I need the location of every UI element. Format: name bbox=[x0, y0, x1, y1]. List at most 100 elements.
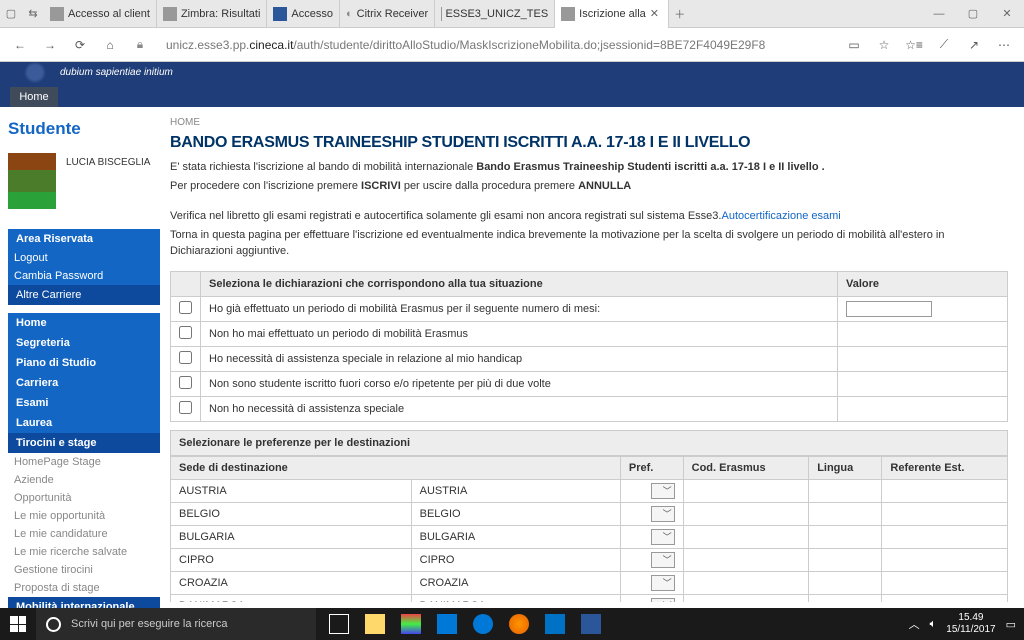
section-esami[interactable]: Esami bbox=[8, 393, 160, 413]
col-checkbox bbox=[171, 271, 201, 296]
close-icon[interactable]: ✕ bbox=[650, 7, 662, 20]
link-proposta-stage[interactable]: Proposta di stage bbox=[8, 579, 160, 597]
pref-select[interactable]: ﹀ bbox=[651, 483, 675, 499]
decl-checkbox[interactable] bbox=[179, 401, 192, 414]
link-mie-opportunita[interactable]: Le mie opportunità bbox=[8, 507, 160, 525]
forward-button[interactable]: → bbox=[38, 33, 62, 57]
col-valore: Valore bbox=[838, 271, 1008, 296]
address-bar[interactable]: unicz.esse3.pp.cineca.it/auth/studente/d… bbox=[158, 38, 836, 52]
close-window-button[interactable]: ✕ bbox=[990, 0, 1024, 28]
clock[interactable]: 15.49 15/11/2017 bbox=[946, 612, 995, 636]
pref-select[interactable]: ﹀ bbox=[651, 575, 675, 591]
tab-label: Accesso al client bbox=[68, 8, 150, 20]
section-carriera[interactable]: Carriera bbox=[8, 373, 160, 393]
url-prefix: unicz.esse3.pp. bbox=[166, 38, 249, 52]
decl-row: Ho già effettuato un periodo di mobilità… bbox=[171, 296, 1008, 321]
taskbar-search[interactable]: Scrivi qui per eseguire la ricerca bbox=[36, 608, 316, 640]
decl-text: Ho già effettuato un periodo di mobilità… bbox=[201, 296, 838, 321]
pref-select[interactable]: ﹀ bbox=[651, 529, 675, 545]
sidebar-menu: Area Riservata Logout Cambia Password Al… bbox=[8, 229, 160, 617]
citrix-icon: ◐ bbox=[346, 8, 353, 20]
link-mie-candidature[interactable]: Le mie candidature bbox=[8, 525, 160, 543]
section-tirocini[interactable]: Tirocini e stage bbox=[8, 433, 160, 453]
file-explorer-icon[interactable] bbox=[358, 609, 392, 639]
link-gestione-tirocini[interactable]: Gestione tirocini bbox=[8, 561, 160, 579]
tab-label: Citrix Receiver bbox=[357, 8, 429, 20]
edge-icon[interactable] bbox=[466, 609, 500, 639]
favorites-star-icon[interactable]: ☆≡ bbox=[902, 33, 926, 57]
hub-icon[interactable]: ⟋ bbox=[932, 33, 956, 57]
annulla-label: ANNULLA bbox=[578, 180, 631, 192]
intro-2a: Per procedere con l'iscrizione premere bbox=[170, 180, 361, 192]
intro-line-2: Per procedere con l'iscrizione premere I… bbox=[170, 179, 1008, 194]
dest-name-b: CROAZIA bbox=[411, 571, 620, 594]
task-view-button[interactable] bbox=[322, 609, 356, 639]
dest-name-b: CIPRO bbox=[411, 548, 620, 571]
section-home[interactable]: Home bbox=[8, 313, 160, 333]
outlook-icon[interactable] bbox=[538, 609, 572, 639]
dest-name-a: AUSTRIA bbox=[171, 479, 412, 502]
pref-select[interactable]: ﹀ bbox=[651, 598, 675, 602]
word-icon[interactable] bbox=[574, 609, 608, 639]
dest-name-b: BELGIO bbox=[411, 502, 620, 525]
link-aziende[interactable]: Aziende bbox=[8, 471, 160, 489]
dest-name-b: DANIMARCA bbox=[411, 594, 620, 602]
reading-view-icon[interactable]: ▭ bbox=[842, 33, 866, 57]
more-icon[interactable]: ⋯ bbox=[992, 33, 1016, 57]
link-ricerche-salvate[interactable]: Le mie ricerche salvate bbox=[8, 543, 160, 561]
section-piano[interactable]: Piano di Studio bbox=[8, 353, 160, 373]
decl-checkbox[interactable] bbox=[179, 326, 192, 339]
logout-link[interactable]: Logout bbox=[8, 249, 160, 267]
cortana-icon bbox=[46, 617, 61, 632]
tab-3[interactable]: Accesso bbox=[267, 0, 340, 28]
dest-name-a: BULGARIA bbox=[171, 525, 412, 548]
mail-icon[interactable] bbox=[430, 609, 464, 639]
autocert-link[interactable]: Autocertificazione esami bbox=[721, 210, 840, 222]
share-icon[interactable]: ↗ bbox=[962, 33, 986, 57]
tab-4[interactable]: ◐ Citrix Receiver bbox=[340, 0, 435, 28]
section-segreteria[interactable]: Segreteria bbox=[8, 333, 160, 353]
decl-checkbox[interactable] bbox=[179, 376, 192, 389]
dest-name-a: BELGIO bbox=[171, 502, 412, 525]
refresh-button[interactable]: ⟳ bbox=[68, 33, 92, 57]
dest-row: CROAZIACROAZIA ﹀ bbox=[171, 571, 1008, 594]
tab-1[interactable]: Accesso al client bbox=[44, 0, 157, 28]
firefox-icon[interactable] bbox=[502, 609, 536, 639]
tab-2[interactable]: Zimbra: Risultati bbox=[157, 0, 267, 28]
link-homepage-stage[interactable]: HomePage Stage bbox=[8, 453, 160, 471]
taskbar-apps bbox=[316, 608, 608, 640]
altre-carriere-link[interactable]: Altre Carriere bbox=[8, 285, 160, 305]
favorite-icon[interactable]: ☆ bbox=[872, 33, 896, 57]
taskbar: Scrivi qui per eseguire la ricerca ︿ 🔈︎ … bbox=[0, 608, 1024, 640]
breadcrumb[interactable]: HOME bbox=[170, 117, 1008, 128]
section-laurea[interactable]: Laurea bbox=[8, 413, 160, 433]
cambia-password-link[interactable]: Cambia Password bbox=[8, 267, 160, 285]
mesi-input[interactable] bbox=[846, 301, 932, 317]
decl-checkbox[interactable] bbox=[179, 301, 192, 314]
decl-checkbox[interactable] bbox=[179, 351, 192, 364]
notifications-icon[interactable]: ▭ bbox=[1006, 618, 1016, 631]
tab-label: Iscrizione alla bbox=[579, 8, 646, 20]
link-opportunita[interactable]: Opportunità bbox=[8, 489, 160, 507]
home-button[interactable]: ⌂ bbox=[98, 33, 122, 57]
tray-chevron-icon[interactable]: ︿ bbox=[909, 616, 920, 632]
nav-bar: Home bbox=[0, 83, 1024, 107]
reading-icon[interactable]: ⇆ bbox=[22, 0, 44, 28]
start-button[interactable] bbox=[0, 608, 36, 640]
tab-6[interactable]: Iscrizione alla ✕ bbox=[555, 0, 669, 28]
pref-select[interactable]: ﹀ bbox=[651, 506, 675, 522]
url-path: /auth/studente/dirittoAlloStudio/MaskIsc… bbox=[293, 38, 765, 52]
decl-text: Non ho mai effettuato un periodo di mobi… bbox=[201, 321, 838, 346]
dest-name-b: BULGARIA bbox=[411, 525, 620, 548]
maximize-button[interactable]: ▢ bbox=[956, 0, 990, 28]
minimize-button[interactable]: — bbox=[922, 0, 956, 28]
new-tab-button[interactable]: ＋ bbox=[669, 0, 691, 28]
back-button[interactable]: ← bbox=[8, 33, 32, 57]
dest-name-a: CROAZIA bbox=[171, 571, 412, 594]
home-nav-tab[interactable]: Home bbox=[10, 87, 58, 107]
store-icon[interactable] bbox=[394, 609, 428, 639]
volume-icon[interactable]: 🔈︎ bbox=[930, 618, 937, 631]
sidebar-icon[interactable]: ▢ bbox=[0, 0, 22, 28]
pref-select[interactable]: ﹀ bbox=[651, 552, 675, 568]
tab-5[interactable]: ESSE3_UNICZ_TES bbox=[435, 0, 555, 28]
